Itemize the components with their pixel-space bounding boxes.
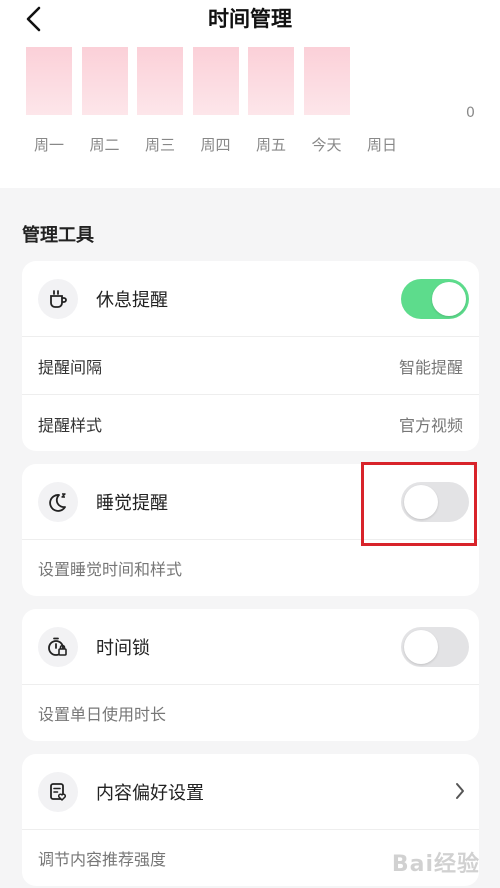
content-preference-row[interactable]: 内容偏好设置 bbox=[22, 754, 479, 830]
moon-icon bbox=[38, 481, 78, 522]
reminder-style-label: 提醒样式 bbox=[38, 415, 103, 435]
timer-lock-icon bbox=[38, 626, 78, 667]
sleep-reminder-label: 睡觉提醒 bbox=[96, 492, 168, 514]
daily-duration-row[interactable]: 设置单日使用时长 bbox=[22, 685, 479, 741]
time-lock-card: 时间锁 设置单日使用时长 bbox=[22, 609, 479, 741]
toggle-knob bbox=[404, 630, 438, 664]
usage-bar bbox=[248, 47, 294, 115]
usage-bar-chart: 0 周一 周二 周三 周四 周五 今天 周日 bbox=[0, 0, 500, 188]
usage-bar bbox=[26, 47, 72, 115]
day-label: 周一 bbox=[33, 136, 64, 154]
day-label: 周五 bbox=[255, 136, 286, 154]
rest-reminder-row: 休息提醒 bbox=[22, 261, 479, 337]
section-title: 管理工具 bbox=[22, 225, 94, 246]
day-label: 周日 bbox=[366, 136, 397, 154]
time-lock-row: 时间锁 bbox=[22, 609, 479, 685]
time-lock-toggle[interactable] bbox=[401, 627, 469, 667]
day-label: 周四 bbox=[200, 136, 231, 154]
reminder-interval-label: 提醒间隔 bbox=[38, 357, 103, 377]
sleep-settings-row[interactable]: 设置睡觉时间和样式 bbox=[22, 540, 479, 596]
usage-bar bbox=[192, 47, 239, 115]
y-axis-zero-label: 0 bbox=[466, 105, 475, 121]
watermark: Bai经验 bbox=[391, 852, 480, 877]
rest-reminder-card: 休息提醒 提醒间隔 智能提醒 提醒样式 官方视频 bbox=[22, 261, 479, 451]
day-label: 周二 bbox=[89, 136, 120, 154]
usage-bar bbox=[137, 47, 183, 115]
day-label: 今天 bbox=[311, 136, 342, 154]
reminder-interval-value: 智能提醒 bbox=[398, 357, 463, 377]
usage-bar bbox=[81, 47, 128, 115]
highlight-box bbox=[361, 462, 477, 546]
cup-icon bbox=[38, 278, 78, 319]
document-heart-icon bbox=[38, 771, 78, 812]
rest-reminder-toggle[interactable] bbox=[401, 279, 469, 319]
chevron-right-icon bbox=[456, 783, 464, 799]
reminder-style-row[interactable]: 提醒样式 官方视频 bbox=[22, 395, 479, 451]
rest-reminder-label: 休息提醒 bbox=[96, 289, 168, 311]
time-lock-label: 时间锁 bbox=[96, 637, 150, 659]
content-preference-label: 内容偏好设置 bbox=[96, 782, 204, 804]
reminder-style-value: 官方视频 bbox=[398, 415, 463, 435]
reminder-interval-row[interactable]: 提醒间隔 智能提醒 bbox=[22, 337, 479, 395]
usage-bar bbox=[303, 47, 350, 115]
toggle-knob bbox=[432, 282, 466, 316]
day-label: 周三 bbox=[144, 136, 175, 154]
